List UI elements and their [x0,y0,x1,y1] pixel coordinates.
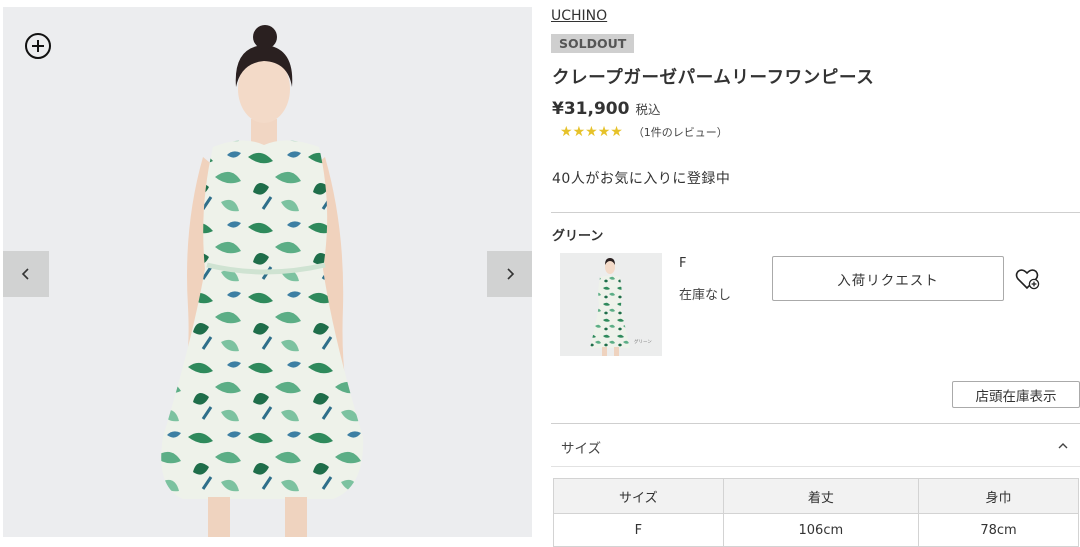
star-icon: ★ [572,124,586,140]
color-name: グリーン [552,229,604,244]
product-info-panel: UCHINO SOLDOUT クレープガーゼパームリーフワンピース ¥31,90… [551,0,1080,547]
product-price: ¥31,900 [552,99,630,119]
size-section-label: サイズ [561,441,602,457]
table-row: F 106cm 78cm [553,513,1079,547]
review-count[interactable]: （1件のレビュー） [633,124,728,140]
next-image-button[interactable] [487,251,532,297]
rating-row[interactable]: ★ ★ ★ ★ ★ （1件のレビュー） [560,124,728,140]
product-title: クレープガーゼパームリーフワンピース [552,68,875,88]
thumbnail-caption: グリーン [634,338,652,345]
brand-link[interactable]: UCHINO [551,8,607,24]
chevron-up-icon [1058,443,1068,449]
chevron-left-icon [21,268,29,280]
favorite-button[interactable] [1014,266,1040,292]
star-rating: ★ ★ ★ ★ ★ [560,124,623,140]
variant-size: F [679,256,687,271]
favorite-count-text: 40人がお気に入りに登録中 [552,171,731,187]
star-icon: ★ [597,124,611,140]
soldout-badge: SOLDOUT [551,34,635,53]
stock-status: 在庫なし [679,288,732,303]
size-table-header-row: サイズ 着丈 身巾 [553,478,1079,514]
restock-request-button[interactable]: 入荷リクエスト [772,256,1004,301]
table-cell: 106cm [722,513,920,547]
previous-image-button[interactable] [3,251,49,297]
size-section-toggle[interactable]: サイズ [551,424,1080,467]
divider [551,466,1080,467]
variant-thumbnail-image: グリーン [560,253,662,356]
plus-circle-icon [25,33,51,59]
tax-label: 税込 [635,102,661,117]
table-cell: 78cm [918,513,1079,547]
star-icon: ★ [560,124,573,140]
divider [551,212,1080,213]
chevron-right-icon [507,268,515,280]
store-stock-button[interactable]: 店頭在庫表示 [952,381,1080,408]
size-table-header: サイズ [553,478,724,514]
star-icon: ★ [610,124,623,140]
table-cell: F [553,513,724,547]
zoom-button[interactable] [23,31,53,61]
price-row: ¥31,900 税込 [552,99,660,119]
star-icon: ★ [585,124,598,140]
heart-plus-icon [1015,269,1040,290]
variant-thumbnail[interactable]: グリーン [560,253,662,356]
size-table-header: 着丈 [722,478,920,514]
product-image-gallery [3,7,532,537]
size-table-header: 身巾 [918,478,1079,514]
size-table: サイズ 着丈 身巾 F 106cm 78cm [553,478,1079,547]
product-main-image [3,7,532,537]
